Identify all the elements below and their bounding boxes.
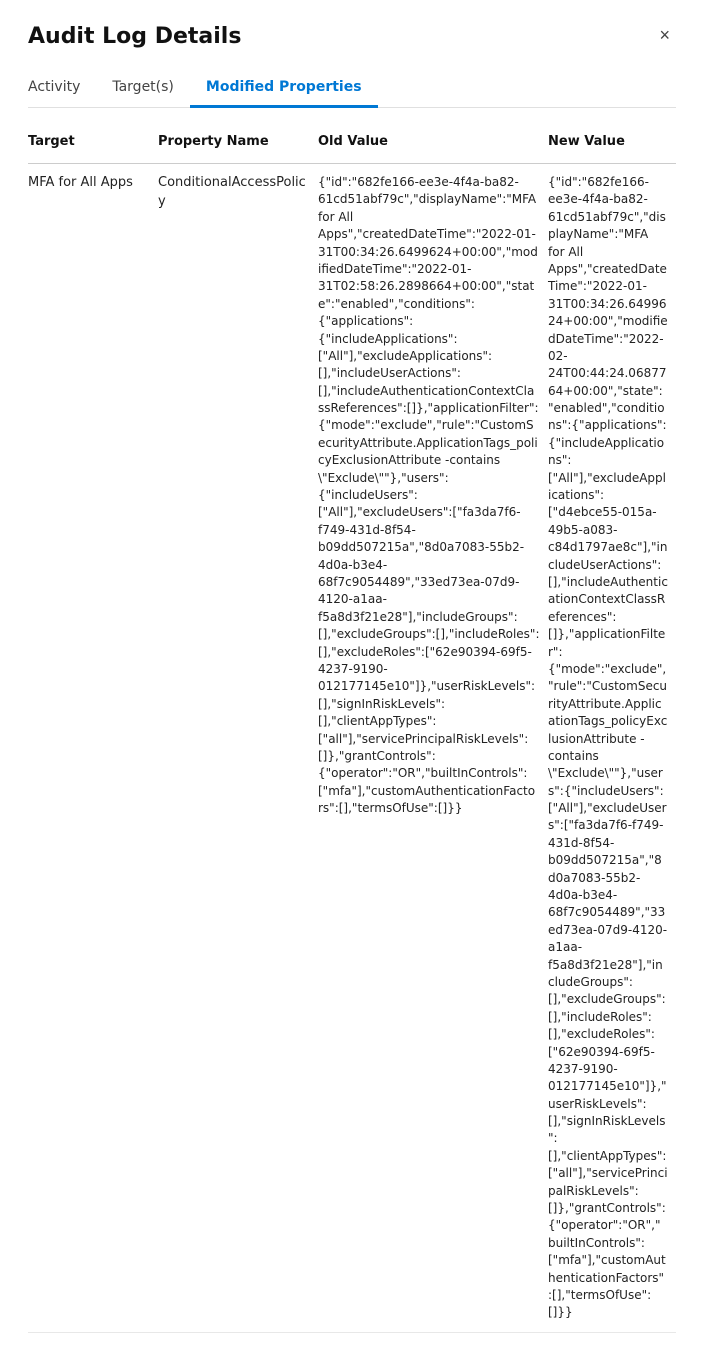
col-header-old-value: Old Value [318, 128, 548, 155]
col-header-target: Target [28, 128, 158, 155]
cell-property-name: ConditionalAccessPolicy [158, 174, 318, 212]
table-header: Target Property Name Old Value New Value [28, 128, 676, 164]
tab-activity[interactable]: Activity [28, 69, 96, 108]
tab-targets[interactable]: Target(s) [96, 69, 190, 108]
cell-old-value: {"id":"682fe166-ee3e-4f4a-ba82-61cd51abf… [318, 174, 548, 817]
audit-log-dialog: Audit Log Details × Activity Target(s) M… [0, 0, 704, 1361]
tab-bar: Activity Target(s) Modified Properties [28, 69, 676, 108]
modified-properties-table: Target Property Name Old Value New Value… [28, 128, 676, 1333]
col-header-property-name: Property Name [158, 128, 318, 155]
cell-target: MFA for All Apps [28, 174, 158, 193]
close-button[interactable]: × [653, 24, 676, 46]
dialog-title: Audit Log Details [28, 24, 241, 49]
dialog-header: Audit Log Details × [28, 24, 676, 49]
col-header-new-value: New Value [548, 128, 676, 155]
tab-modified-properties[interactable]: Modified Properties [190, 69, 378, 108]
table-row: MFA for All Apps ConditionalAccessPolicy… [28, 164, 676, 1333]
cell-new-value: {"id":"682fe166-ee3e-4f4a-ba82-61cd51abf… [548, 174, 676, 1322]
